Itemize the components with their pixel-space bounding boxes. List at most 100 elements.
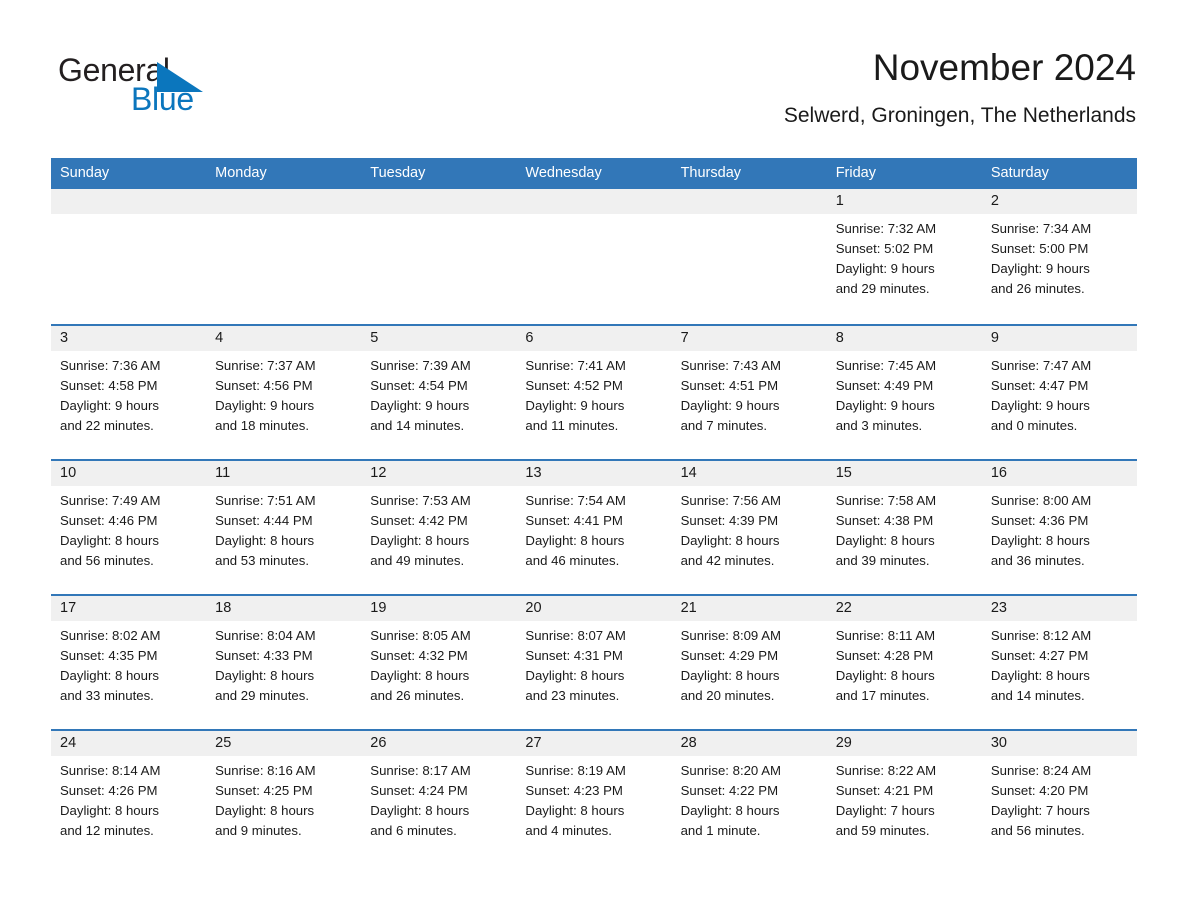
weekday-header-tuesday: Tuesday [370, 165, 426, 181]
calendar-day-cell[interactable]: 10 Sunrise: 7:49 AM Sunset: 4:46 PM Dayligh… [51, 461, 207, 594]
calendar-day-cell[interactable]: 27 Sunrise: 8:19 AM Sunset: 4:23 PM Dayligh… [516, 731, 672, 864]
day-detail-line: Sunset: 5:00 PM [990, 241, 1089, 256]
day-detail-line: Sunset: 4:31 PM [525, 648, 623, 663]
calendar-day-cell[interactable]: 14 Sunrise: 7:56 AM Sunset: 4:39 PM Dayligh… [671, 461, 827, 594]
calendar-day-cell[interactable]: 30 Sunrise: 8:24 AM Sunset: 4:20 PM Dayligh… [981, 731, 1137, 864]
day-number: 11 [206, 461, 362, 486]
calendar-day-cell[interactable]: 16 Sunrise: 8:00 AM Sunset: 4:36 PM Dayligh… [981, 461, 1137, 594]
day-detail-line: Daylight: 8 hours [990, 533, 1090, 548]
weekday-header-thursday: Thursday [680, 165, 742, 181]
day-detail-line: Sunrise: 7:54 AM [525, 493, 626, 508]
day-detail-line: Sunrise: 8:05 AM [370, 628, 471, 643]
day-detail-line: Sunset: 4:56 PM [215, 378, 313, 393]
calendar-day-cell[interactable]: 19 Sunrise: 8:05 AM Sunset: 4:32 PM Dayligh… [361, 596, 517, 729]
day-detail-line: Sunset: 4:58 PM [60, 378, 158, 393]
day-details: Sunrise: 7:41 AM Sunset: 4:52 PM Daylight:… [516, 351, 671, 436]
day-number: 6 [516, 326, 672, 351]
day-number: 20 [516, 596, 672, 621]
calendar-day-cell[interactable]: 11 Sunrise: 7:51 AM Sunset: 4:44 PM Dayligh… [206, 461, 362, 594]
day-number: 16 [981, 461, 1137, 486]
day-detail-line: Sunset: 4:20 PM [990, 783, 1089, 798]
day-detail-line: and 14 minutes. [370, 418, 465, 433]
calendar-day-cell[interactable]: 1 Sunrise: 7:32 AM Sunset: 5:02 PM Daylight… [826, 189, 982, 324]
calendar-day-cell[interactable]: 17 Sunrise: 8:02 AM Sunset: 4:35 PM Dayligh… [51, 596, 207, 729]
day-detail-line: and 29 minutes. [215, 688, 309, 703]
day-detail-line: Daylight: 8 hours [215, 668, 315, 683]
day-detail-line: Sunset: 4:27 PM [990, 648, 1089, 663]
day-detail-line: Sunrise: 8:19 AM [525, 763, 626, 778]
day-number: 15 [826, 461, 982, 486]
day-detail-line: Sunset: 4:29 PM [680, 648, 779, 663]
day-detail-line: Daylight: 9 hours [835, 261, 935, 276]
day-detail-line: and 53 minutes. [215, 553, 309, 568]
day-details: Sunrise: 7:54 AM Sunset: 4:41 PM Daylight:… [516, 486, 671, 571]
day-detail-line: Sunrise: 7:39 AM [370, 358, 471, 373]
calendar-day-cell[interactable]: 23 Sunrise: 8:12 AM Sunset: 4:27 PM Dayligh… [981, 596, 1137, 729]
day-detail-line: Sunset: 4:24 PM [370, 783, 468, 798]
day-detail-line: and 4 minutes. [525, 823, 612, 838]
calendar-day-cell[interactable]: 21 Sunrise: 8:09 AM Sunset: 4:29 PM Dayligh… [671, 596, 827, 729]
day-details: Sunrise: 8:09 AM Sunset: 4:29 PM Daylight:… [672, 621, 827, 706]
day-number: 21 [671, 596, 827, 621]
day-number: 2 [981, 189, 1137, 214]
calendar-day-cell[interactable]: 26 Sunrise: 8:17 AM Sunset: 4:24 PM Dayligh… [361, 731, 517, 864]
calendar-day-cell[interactable]: 4 Sunrise: 7:37 AM Sunset: 4:56 PM Daylight… [206, 326, 362, 459]
calendar-day-cell[interactable]: 20 Sunrise: 8:07 AM Sunset: 4:31 PM Dayligh… [516, 596, 672, 729]
day-detail-line: Sunrise: 7:49 AM [60, 493, 161, 508]
day-details: Sunrise: 8:24 AM Sunset: 4:20 PM Daylight:… [982, 756, 1137, 841]
day-detail-line: Daylight: 9 hours [215, 398, 315, 413]
calendar-day-cell[interactable]: 28 Sunrise: 8:20 AM Sunset: 4:22 PM Dayligh… [671, 731, 827, 864]
day-detail-line: and 59 minutes. [835, 823, 930, 838]
day-details: Sunrise: 7:47 AM Sunset: 4:47 PM Daylight:… [982, 351, 1137, 436]
weekday-header-monday: Monday [215, 165, 267, 181]
calendar-day-cell[interactable]: 24 Sunrise: 8:14 AM Sunset: 4:26 PM Dayligh… [51, 731, 207, 864]
calendar-day-cell[interactable]: 25 Sunrise: 8:16 AM Sunset: 4:25 PM Dayligh… [206, 731, 362, 864]
day-detail-line: Daylight: 8 hours [680, 803, 780, 818]
day-detail-line: and 20 minutes. [680, 688, 775, 703]
calendar-day-cell[interactable]: 9 Sunrise: 7:47 AM Sunset: 4:47 PM Daylight… [981, 326, 1137, 459]
day-detail-line: Daylight: 8 hours [60, 803, 159, 818]
calendar-day-cell[interactable]: 15 Sunrise: 7:58 AM Sunset: 4:38 PM Dayligh… [826, 461, 982, 594]
day-detail-line: and 36 minutes. [990, 553, 1085, 568]
day-detail-line: Sunset: 4:28 PM [835, 648, 934, 663]
day-detail-line: Daylight: 7 hours [990, 803, 1090, 818]
page-title: November 2024 [872, 47, 1136, 88]
day-detail-line: Sunset: 4:36 PM [990, 513, 1089, 528]
calendar-day-cell[interactable]: 2 Sunrise: 7:34 AM Sunset: 5:00 PM Daylight… [981, 189, 1137, 324]
day-details: Sunrise: 8:12 AM Sunset: 4:27 PM Daylight:… [982, 621, 1137, 706]
day-detail-line: Daylight: 7 hours [835, 803, 935, 818]
calendar-day-cell[interactable]: 7 Sunrise: 7:43 AM Sunset: 4:51 PM Daylight… [671, 326, 827, 459]
day-detail-line: and 56 minutes. [60, 553, 154, 568]
calendar-day-cell[interactable]: 13 Sunrise: 7:54 AM Sunset: 4:41 PM Dayligh… [516, 461, 672, 594]
day-number [516, 189, 672, 214]
calendar-week-row: 17 Sunrise: 8:02 AM Sunset: 4:35 PM Dayligh… [51, 594, 1137, 729]
day-detail-line: Daylight: 8 hours [525, 668, 625, 683]
day-detail-line: and 11 minutes. [525, 418, 619, 433]
day-details: Sunrise: 8:05 AM Sunset: 4:32 PM Daylight:… [361, 621, 516, 706]
day-details: Sunrise: 7:45 AM Sunset: 4:49 PM Daylight:… [827, 351, 982, 436]
day-detail-line: Daylight: 9 hours [60, 398, 159, 413]
calendar-day-cell-empty [516, 189, 672, 324]
day-number: 30 [981, 731, 1137, 756]
calendar-day-cell[interactable]: 22 Sunrise: 8:11 AM Sunset: 4:28 PM Dayligh… [826, 596, 982, 729]
calendar-day-cell[interactable]: 12 Sunrise: 7:53 AM Sunset: 4:42 PM Dayligh… [361, 461, 517, 594]
day-details: Sunrise: 7:32 AM Sunset: 5:02 PM Daylight:… [827, 214, 982, 299]
day-detail-line: Sunset: 4:42 PM [370, 513, 468, 528]
weekday-header-sunday: Sunday [60, 165, 110, 181]
day-detail-line: and 26 minutes. [370, 688, 465, 703]
calendar-day-cell-empty [51, 189, 207, 324]
calendar-day-cell[interactable]: 18 Sunrise: 8:04 AM Sunset: 4:33 PM Dayligh… [206, 596, 362, 729]
day-detail-line: and 3 minutes. [835, 418, 923, 433]
weekday-header-wednesday: Wednesday [525, 165, 602, 181]
day-number: 5 [361, 326, 517, 351]
calendar-day-cell[interactable]: 6 Sunrise: 7:41 AM Sunset: 4:52 PM Daylight… [516, 326, 672, 459]
calendar-day-cell[interactable]: 29 Sunrise: 8:22 AM Sunset: 4:21 PM Dayligh… [826, 731, 982, 864]
calendar-day-cell[interactable]: 5 Sunrise: 7:39 AM Sunset: 4:54 PM Daylight… [361, 326, 517, 459]
calendar-week-row: 3 Sunrise: 7:36 AM Sunset: 4:58 PM Daylight… [51, 324, 1137, 459]
calendar-day-cell[interactable]: 8 Sunrise: 7:45 AM Sunset: 4:49 PM Daylight… [826, 326, 982, 459]
calendar-day-cell[interactable]: 3 Sunrise: 7:36 AM Sunset: 4:58 PM Daylight… [51, 326, 207, 459]
day-detail-line: Sunrise: 7:58 AM [835, 493, 937, 508]
day-detail-line: and 29 minutes. [835, 281, 930, 296]
day-number: 17 [51, 596, 207, 621]
day-detail-line: Sunrise: 7:47 AM [990, 358, 1092, 373]
